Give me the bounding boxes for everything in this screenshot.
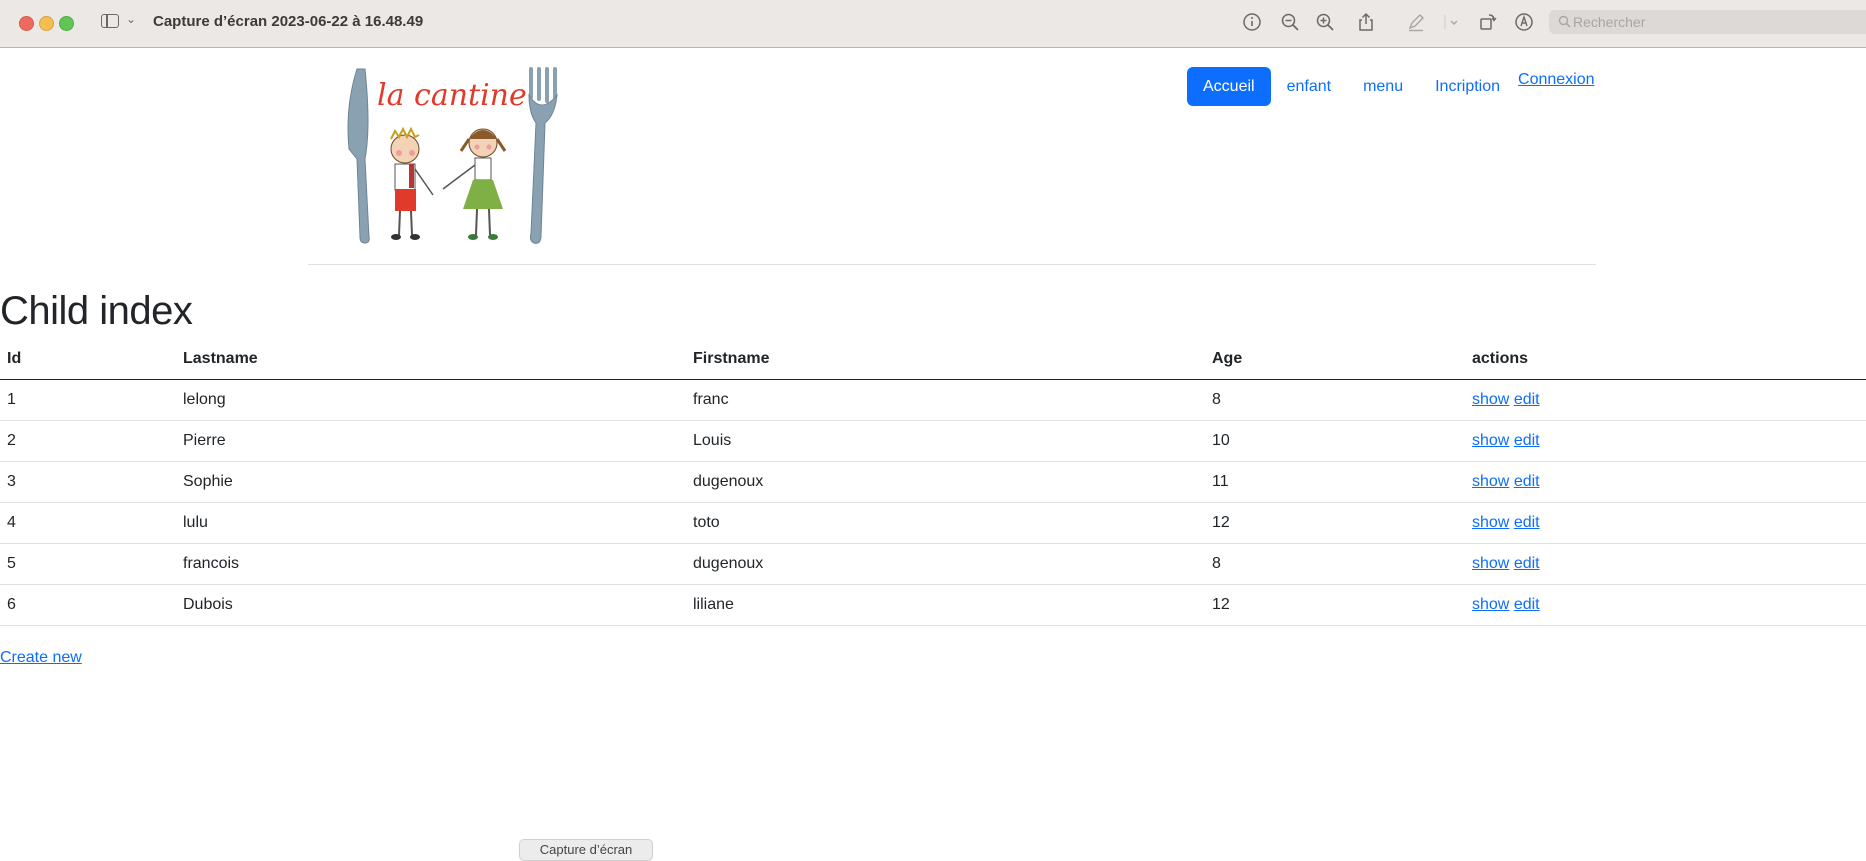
- cell-id: 4: [0, 502, 176, 544]
- col-header-actions: actions: [1465, 339, 1866, 380]
- cell-lastname: Sophie: [176, 461, 686, 503]
- col-header-id: Id: [0, 339, 176, 380]
- nav-enfant[interactable]: enfant: [1271, 67, 1347, 106]
- cell-age: 10: [1205, 420, 1465, 462]
- login-link[interactable]: Connexion: [1516, 67, 1595, 90]
- create-new-link[interactable]: Create new: [0, 649, 82, 667]
- cell-lastname: lelong: [176, 379, 686, 421]
- table-row: 4 lulu toto 12 show edit: [0, 502, 1866, 544]
- fullscreen-window-button[interactable]: [59, 16, 74, 31]
- cell-firstname: franc: [686, 379, 1205, 421]
- cell-firstname: toto: [686, 502, 1205, 544]
- cell-actions: show edit: [1465, 379, 1866, 421]
- col-header-age: Age: [1205, 339, 1465, 380]
- table-header-row: Id Lastname Firstname Age actions: [0, 339, 1866, 380]
- window-title: Capture d’écran 2023-06-22 à 16.48.49: [153, 13, 424, 30]
- cell-age: 8: [1205, 543, 1465, 585]
- cell-age: 11: [1205, 461, 1465, 503]
- markup-icon[interactable]: [1513, 11, 1535, 33]
- chevron-down-icon[interactable]: [1443, 11, 1465, 33]
- cell-id: 2: [0, 420, 176, 462]
- la-cantine-logo: la cantine: [347, 67, 558, 244]
- cell-id: 6: [0, 584, 176, 626]
- close-window-button[interactable]: [19, 16, 34, 31]
- cell-firstname: dugenoux: [686, 461, 1205, 503]
- col-header-firstname: Firstname: [686, 339, 1205, 380]
- cell-actions: show edit: [1465, 420, 1866, 462]
- col-header-lastname: Lastname: [176, 339, 686, 380]
- cell-actions: show edit: [1465, 502, 1866, 544]
- cell-actions: show edit: [1465, 461, 1866, 503]
- cell-lastname: Dubois: [176, 584, 686, 626]
- logo-wordmark: la cantine: [377, 78, 527, 113]
- show-link[interactable]: show: [1472, 596, 1509, 613]
- page-title: Child index: [0, 289, 193, 333]
- show-link[interactable]: show: [1472, 555, 1509, 572]
- sidebar-toggle-icon[interactable]: [101, 14, 119, 28]
- cell-age: 12: [1205, 502, 1465, 544]
- edit-link[interactable]: edit: [1514, 596, 1540, 613]
- show-link[interactable]: show: [1472, 473, 1509, 490]
- nav-accueil[interactable]: Accueil: [1187, 67, 1271, 106]
- table-row: 5 francois dugenoux 8 show edit: [0, 543, 1866, 585]
- cell-id: 3: [0, 461, 176, 503]
- cell-firstname: Louis: [686, 420, 1205, 462]
- nav-menu[interactable]: menu: [1347, 67, 1419, 106]
- table-row: 1 lelong franc 8 show edit: [0, 379, 1866, 421]
- edit-link[interactable]: edit: [1514, 473, 1540, 490]
- table-row: 6 Dubois liliane 12 show edit: [0, 584, 1866, 626]
- cell-actions: show edit: [1465, 584, 1866, 626]
- share-icon[interactable]: [1355, 11, 1377, 33]
- nav-incription[interactable]: Incription: [1419, 67, 1516, 106]
- cell-id: 1: [0, 379, 176, 421]
- edit-link[interactable]: edit: [1514, 555, 1540, 572]
- cell-actions: show edit: [1465, 543, 1866, 585]
- site-header: la cantine Accueil enfant menu Incriptio…: [308, 49, 1596, 265]
- edit-link[interactable]: edit: [1514, 391, 1540, 408]
- cell-id: 5: [0, 543, 176, 585]
- cell-lastname: lulu: [176, 502, 686, 544]
- info-icon[interactable]: [1241, 11, 1263, 33]
- cell-lastname: francois: [176, 543, 686, 585]
- cell-age: 12: [1205, 584, 1465, 626]
- main-nav: Accueil enfant menu Incription Connexion: [1187, 67, 1595, 106]
- show-link[interactable]: show: [1472, 432, 1509, 449]
- table-row: 3 Sophie dugenoux 11 show edit: [0, 461, 1866, 503]
- minimize-window-button[interactable]: [39, 16, 54, 31]
- window-title-bar: ⌄ Capture d’écran 2023-06-22 à 16.48.49: [0, 0, 1866, 48]
- child-table: Id Lastname Firstname Age actions 1 lelo…: [0, 339, 1866, 626]
- search-field[interactable]: [1549, 10, 1866, 34]
- cell-lastname: Pierre: [176, 420, 686, 462]
- edit-link[interactable]: edit: [1514, 432, 1540, 449]
- rotate-icon[interactable]: [1477, 11, 1499, 33]
- table-row: 2 Pierre Louis 10 show edit: [0, 420, 1866, 462]
- page-content: la cantine Accueil enfant menu Incriptio…: [0, 49, 1866, 854]
- search-input[interactable]: [1573, 10, 1853, 34]
- cell-firstname: liliane: [686, 584, 1205, 626]
- markup-pen-icon[interactable]: [1405, 11, 1427, 33]
- edit-link[interactable]: edit: [1514, 514, 1540, 531]
- zoom-in-icon[interactable]: [1314, 11, 1336, 33]
- screenshot-tab[interactable]: Capture d’écran: [519, 839, 653, 861]
- show-link[interactable]: show: [1472, 514, 1509, 531]
- chevron-down-icon[interactable]: ⌄: [126, 12, 136, 26]
- cell-firstname: dugenoux: [686, 543, 1205, 585]
- show-link[interactable]: show: [1472, 391, 1509, 408]
- cell-age: 8: [1205, 379, 1465, 421]
- zoom-out-icon[interactable]: [1279, 11, 1301, 33]
- search-icon: [1558, 15, 1571, 28]
